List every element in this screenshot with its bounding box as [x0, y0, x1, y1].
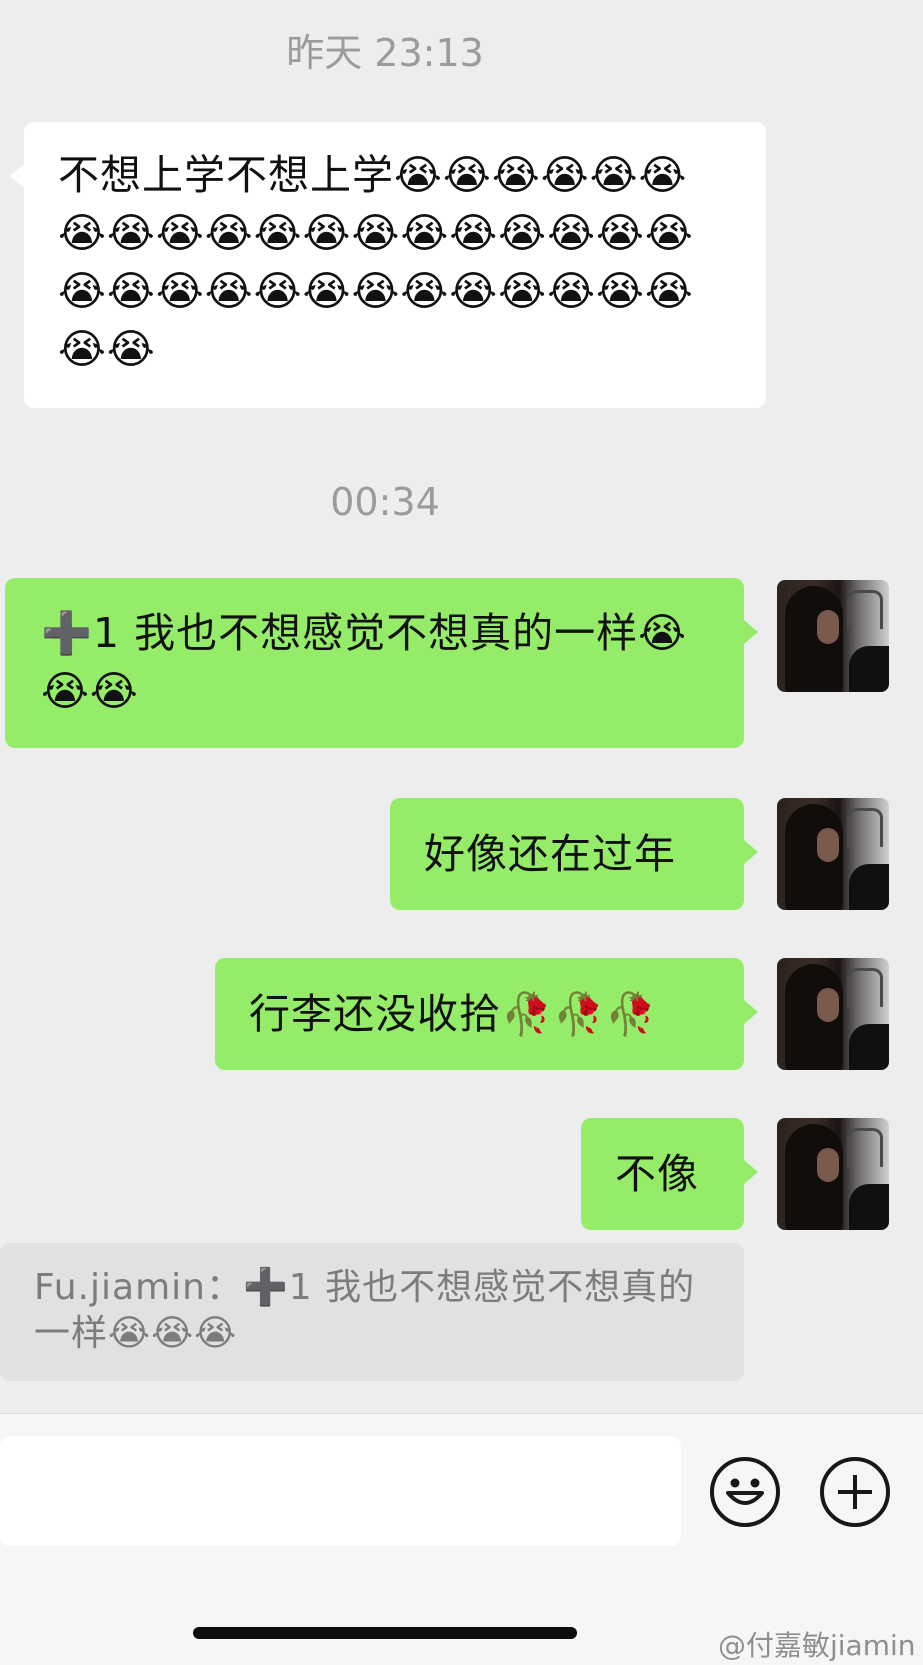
avatar[interactable]: [777, 580, 889, 692]
outgoing-message-guonian[interactable]: 好像还在过年: [390, 798, 758, 910]
smiley-face-icon[interactable]: [710, 1457, 780, 1527]
outgoing-message-plus-one[interactable]: ➕1 我也不想感觉不想真的一样😭😭😭: [5, 578, 758, 748]
plus-circle-icon[interactable]: [820, 1457, 890, 1527]
input-bar: @付嘉敏jiamin: [0, 1413, 923, 1665]
incoming-message[interactable]: 不想上学不想上学😭😭😭😭😭😭😭😭😭😭😭😭😭😭😭😭😭😭😭😭😭😭😭😭😭😭😭😭😭😭😭😭…: [10, 122, 766, 408]
watermark: @付嘉敏jiamin: [718, 1629, 916, 1662]
avatar[interactable]: [777, 958, 889, 1070]
timestamp-yesterday: 昨天 23:13: [286, 31, 484, 75]
home-indicator[interactable]: [193, 1627, 577, 1639]
message-input[interactable]: [0, 1436, 681, 1546]
avatar[interactable]: [777, 798, 889, 910]
outgoing-message-xingli[interactable]: 行李还没收拾🥀🥀🥀: [215, 958, 758, 1070]
quoted-message[interactable]: Fu.jiamin：➕1 我也不想感觉不想真的一样😭😭😭: [0, 1243, 744, 1381]
quote-sender: Fu.jiamin：: [34, 1267, 243, 1308]
outgoing-message-buxiang[interactable]: 不像: [581, 1118, 758, 1230]
avatar[interactable]: [777, 1118, 889, 1230]
timestamp-0034: 00:34: [330, 480, 440, 524]
